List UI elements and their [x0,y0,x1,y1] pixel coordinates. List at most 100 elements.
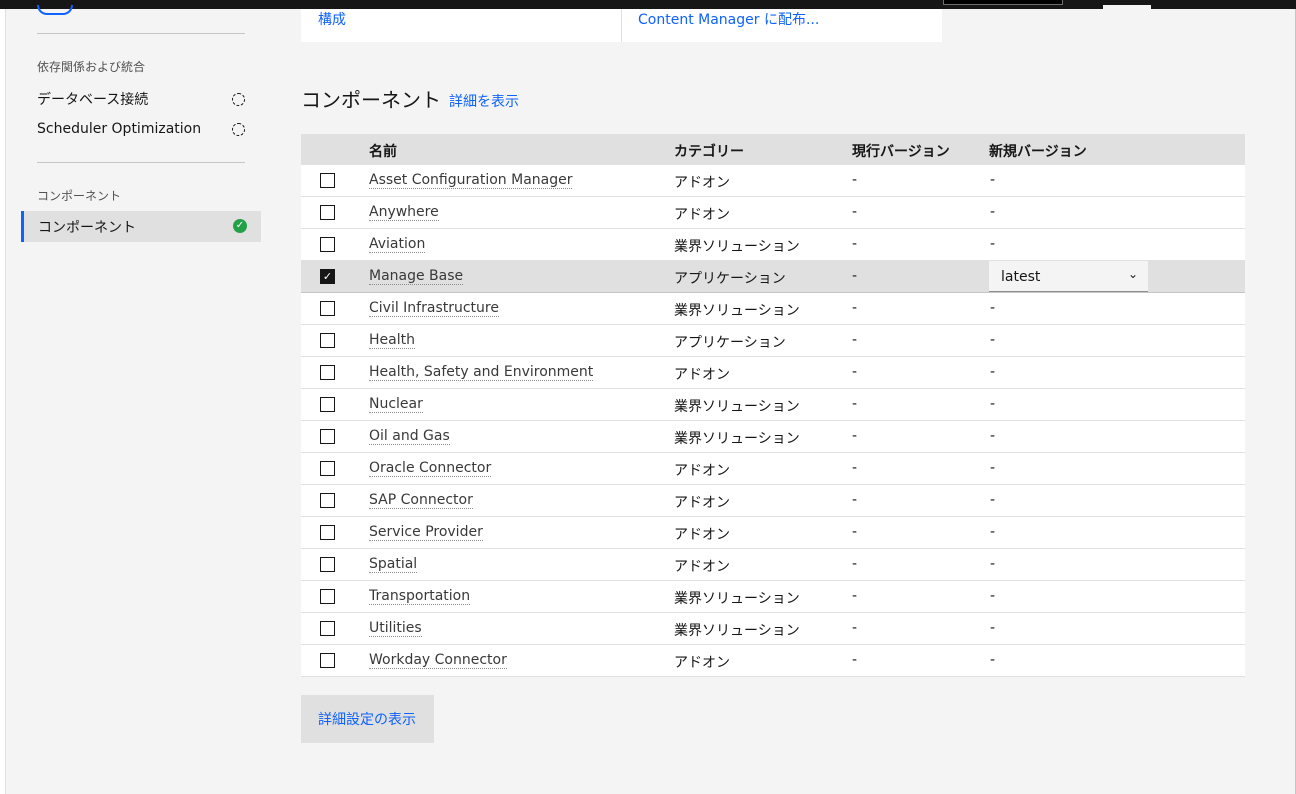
component-category: 業界ソリューション [674,239,800,255]
row-checkbox[interactable] [320,173,335,188]
column-header-new-version[interactable]: 新規バージョン [989,141,1087,161]
sidebar-item-label: データベース接続 [37,92,149,108]
table-row[interactable]: Aviation 業界ソリューション - - [301,229,1245,261]
toggle-switch[interactable] [37,5,73,15]
table-row[interactable]: Oracle Connector アドオン - - [301,453,1245,485]
row-checkbox[interactable] [320,461,335,476]
current-version: - [852,204,858,220]
current-version: - [852,652,858,668]
component-name[interactable]: Utilities [369,621,422,637]
row-checkbox[interactable] [320,493,335,508]
component-category: アドオン [674,559,730,575]
table-row[interactable]: Health, Safety and Environment アドオン - - [301,357,1245,389]
row-checkbox[interactable] [320,589,335,604]
component-name[interactable]: Health [369,333,415,349]
component-name[interactable]: Transportation [369,589,471,605]
section-title: コンポーネント [301,88,441,112]
table-row[interactable]: Nuclear 業界ソリューション - - [301,389,1245,421]
component-name[interactable]: Spatial [369,557,418,573]
sidebar-divider [37,33,245,34]
table-row[interactable]: Workday Connector アドオン - - [301,645,1245,677]
sidebar-heading-dependencies: 依存関係および統合 [37,60,146,74]
table-row[interactable]: Utilities 業界ソリューション - - [301,613,1245,645]
component-category: 業界ソリューション [674,399,800,415]
component-name[interactable]: Anywhere [369,205,439,221]
table-row[interactable]: Health アプリケーション - - [301,325,1245,357]
sidebar-item-components[interactable]: コンポーネント ✓ [21,211,261,242]
current-version: - [852,588,858,604]
component-name[interactable]: Nuclear [369,397,423,413]
left-rail [0,9,6,794]
column-header-name[interactable]: 名前 [369,141,397,161]
component-category: アドオン [674,495,730,511]
table-row[interactable]: Service Provider アドオン - - [301,517,1245,549]
top-bar [0,0,1296,9]
checkmark-filled-icon: ✓ [233,219,247,233]
row-checkbox[interactable] [320,301,335,316]
row-checkbox[interactable] [320,429,335,444]
table-row[interactable]: Civil Infrastructure 業界ソリューション - - [301,293,1245,325]
table-row[interactable]: Oil and Gas 業界ソリューション - - [301,421,1245,453]
new-version: - [990,332,996,348]
row-checkbox[interactable]: ✓ [320,269,335,284]
component-name[interactable]: Civil Infrastructure [369,301,499,317]
row-checkbox[interactable] [320,621,335,636]
row-checkbox[interactable] [320,525,335,540]
new-version-select[interactable]: latest ⌄ [989,261,1148,292]
current-version: - [852,492,858,508]
row-checkbox[interactable] [320,205,335,220]
component-name[interactable]: Aviation [369,237,426,253]
component-name[interactable]: Asset Configuration Manager [369,173,573,189]
top-bar-field[interactable] [943,0,1063,5]
row-checkbox[interactable] [320,397,335,412]
show-details-link[interactable]: 詳細を表示 [449,91,519,111]
table-row[interactable]: Asset Configuration Manager アドオン - - [301,165,1245,197]
table-row[interactable]: Anywhere アドオン - - [301,197,1245,229]
current-version: - [852,300,858,316]
new-version: - [990,524,996,540]
sidebar-heading-components: コンポーネント [37,189,122,203]
component-category: アドオン [674,655,730,671]
table-row[interactable]: Spatial アドオン - - [301,549,1245,581]
content-manager-link[interactable]: Content Manager に配布... [638,9,819,42]
table-row[interactable]: Transportation 業界ソリューション - - [301,581,1245,613]
current-version: - [852,396,858,412]
row-checkbox[interactable] [320,557,335,572]
sidebar-item-scheduler-optimization[interactable]: Scheduler Optimization [37,121,245,137]
component-name[interactable]: Health, Safety and Environment [369,365,594,381]
component-name[interactable]: Oracle Connector [369,461,492,477]
dashed-circle-icon [232,122,245,136]
sidebar-item-database-connection[interactable]: データベース接続 [37,89,245,109]
table-row[interactable]: SAP Connector アドオン - - [301,485,1245,517]
component-category: アドオン [674,207,730,223]
new-version-select-value: latest [1001,269,1041,285]
new-version: - [990,396,996,412]
new-version: - [990,460,996,476]
new-version: - [990,556,996,572]
card-divider [621,9,622,42]
current-version: - [852,172,858,188]
configure-link[interactable]: 構成 [318,9,346,42]
summary-card: 構成 Content Manager に配布... [301,9,942,42]
component-name[interactable]: Oil and Gas [369,429,450,445]
column-header-current-version[interactable]: 現行バージョン [852,141,950,161]
sidebar-item-label: コンポーネント [38,220,136,236]
component-name[interactable]: Workday Connector [369,653,507,669]
new-version: - [990,364,996,380]
new-version: - [990,300,996,316]
component-name[interactable]: Manage Base [369,269,464,285]
row-checkbox[interactable] [320,237,335,252]
component-category: アプリケーション [674,335,786,351]
table-row[interactable]: ✓ Manage Base アプリケーション - latest ⌄ [301,261,1245,293]
show-advanced-settings-button[interactable]: 詳細設定の表示 [301,695,434,743]
row-checkbox[interactable] [320,333,335,348]
component-name[interactable]: SAP Connector [369,493,473,509]
row-checkbox[interactable] [320,365,335,380]
component-name[interactable]: Service Provider [369,525,483,541]
column-header-category[interactable]: カテゴリー [674,141,744,161]
component-category: アドオン [674,175,730,191]
row-checkbox[interactable] [320,653,335,668]
new-version: - [990,492,996,508]
new-version: - [990,204,996,220]
component-category: 業界ソリューション [674,431,800,447]
